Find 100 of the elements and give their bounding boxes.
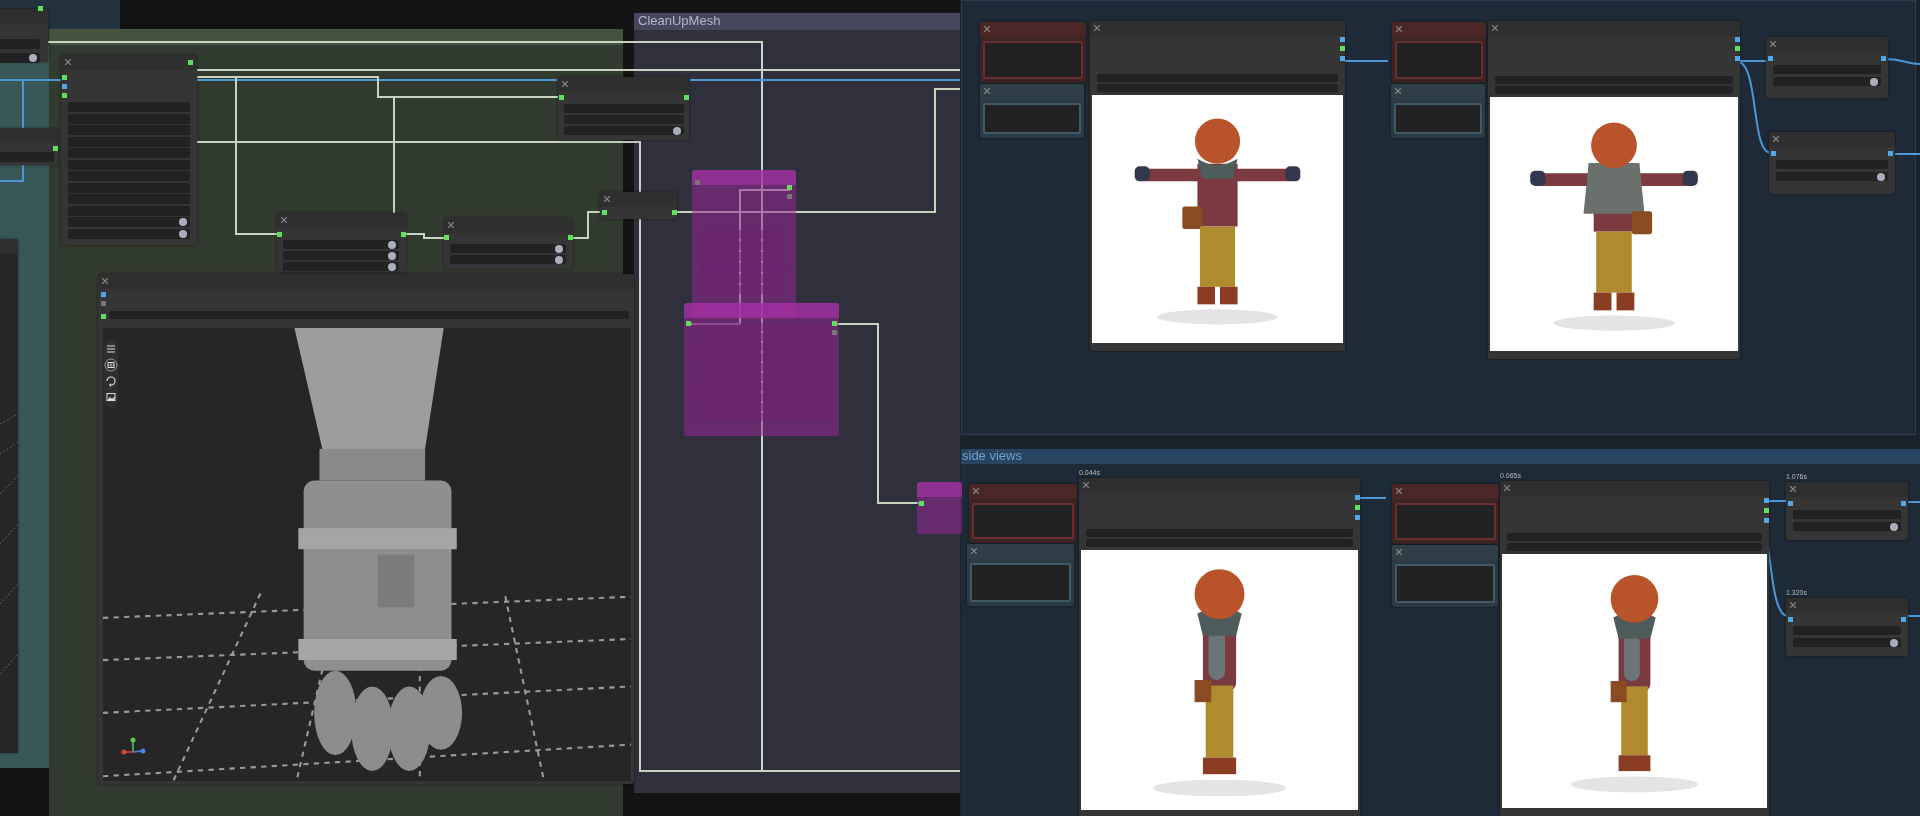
node-header[interactable] bbox=[967, 544, 1074, 559]
widget-field[interactable] bbox=[983, 41, 1083, 79]
node-panel[interactable] bbox=[1786, 598, 1908, 656]
node-header[interactable] bbox=[1786, 598, 1908, 613]
widget-field[interactable] bbox=[1793, 522, 1901, 531]
port-icon[interactable] bbox=[672, 210, 677, 215]
port-icon[interactable] bbox=[1881, 56, 1886, 61]
widget-field[interactable] bbox=[68, 228, 190, 239]
node-header[interactable] bbox=[600, 192, 677, 207]
node-header[interactable] bbox=[1392, 545, 1498, 560]
close-icon[interactable] bbox=[1094, 25, 1100, 31]
widget-field[interactable] bbox=[692, 383, 831, 391]
close-icon[interactable] bbox=[971, 548, 977, 554]
close-icon[interactable] bbox=[1396, 488, 1402, 494]
port-icon[interactable] bbox=[1901, 617, 1906, 622]
node-header[interactable] bbox=[0, 128, 58, 143]
port-icon[interactable] bbox=[101, 314, 106, 319]
widget-field[interactable] bbox=[700, 263, 786, 272]
close-icon[interactable] bbox=[448, 222, 454, 228]
node-panel[interactable] bbox=[1392, 545, 1498, 607]
widget-field[interactable] bbox=[1394, 103, 1482, 134]
widget-field[interactable] bbox=[0, 152, 54, 162]
port-icon[interactable] bbox=[1788, 617, 1793, 622]
node-panel[interactable] bbox=[980, 84, 1084, 138]
node-header[interactable] bbox=[0, 9, 48, 24]
node-header[interactable] bbox=[1392, 484, 1499, 499]
node-header[interactable] bbox=[1090, 21, 1345, 36]
close-icon[interactable] bbox=[1083, 482, 1089, 488]
node-panel[interactable] bbox=[0, 9, 48, 62]
node-header[interactable] bbox=[277, 213, 406, 228]
node-panel[interactable] bbox=[917, 482, 962, 534]
widget-field[interactable] bbox=[450, 255, 566, 264]
close-icon[interactable] bbox=[1492, 25, 1498, 31]
port-icon[interactable] bbox=[1788, 501, 1793, 506]
widget-field[interactable] bbox=[700, 274, 786, 283]
widget-field[interactable] bbox=[68, 217, 190, 227]
port-icon[interactable] bbox=[1901, 501, 1906, 506]
node-panel[interactable] bbox=[1786, 482, 1908, 540]
widget-field[interactable] bbox=[692, 323, 831, 331]
widget-field[interactable] bbox=[692, 393, 831, 401]
node-header[interactable] bbox=[0, 239, 18, 254]
widget-field[interactable] bbox=[692, 413, 831, 421]
port-icon[interactable] bbox=[444, 235, 449, 240]
widget-field[interactable] bbox=[0, 53, 40, 63]
port-icon[interactable] bbox=[188, 60, 193, 65]
node-header[interactable] bbox=[1766, 37, 1888, 52]
close-icon[interactable] bbox=[1396, 549, 1402, 555]
node-header[interactable] bbox=[684, 303, 839, 318]
widget-field[interactable] bbox=[283, 262, 399, 271]
close-icon[interactable] bbox=[102, 278, 108, 284]
node-panel[interactable] bbox=[1769, 132, 1895, 194]
widget-field[interactable] bbox=[700, 252, 786, 261]
node-panel[interactable] bbox=[1079, 478, 1360, 816]
close-icon[interactable] bbox=[984, 26, 990, 32]
node-panel[interactable] bbox=[967, 544, 1074, 606]
node-panel[interactable] bbox=[1392, 484, 1499, 544]
close-icon[interactable] bbox=[1790, 486, 1796, 492]
close-icon[interactable] bbox=[281, 217, 287, 223]
node-header[interactable] bbox=[1769, 132, 1895, 147]
node-header[interactable] bbox=[980, 22, 1086, 37]
node-panel[interactable] bbox=[600, 192, 677, 219]
node-header[interactable] bbox=[1391, 84, 1485, 99]
node-panel[interactable] bbox=[1391, 84, 1485, 138]
node-panel[interactable] bbox=[0, 128, 58, 165]
widget-field[interactable] bbox=[1773, 77, 1881, 86]
node-panel[interactable] bbox=[277, 213, 406, 272]
node-header[interactable] bbox=[969, 484, 1077, 499]
node-header[interactable] bbox=[1079, 478, 1360, 493]
node-header[interactable] bbox=[444, 218, 573, 233]
widget-field[interactable] bbox=[692, 353, 831, 361]
widget-field[interactable] bbox=[450, 244, 566, 253]
node-header[interactable] bbox=[98, 274, 634, 289]
widget-field[interactable] bbox=[700, 285, 786, 294]
widget-field[interactable] bbox=[692, 333, 831, 341]
node-panel[interactable] bbox=[1488, 21, 1740, 359]
widget-field[interactable] bbox=[692, 373, 831, 381]
node-panel[interactable] bbox=[1090, 21, 1345, 351]
toggle-icon[interactable] bbox=[1890, 522, 1898, 531]
node-panel[interactable] bbox=[969, 484, 1077, 543]
port-icon[interactable] bbox=[684, 95, 689, 100]
toggle-icon[interactable] bbox=[29, 54, 37, 62]
port-icon[interactable] bbox=[602, 210, 607, 215]
toggle-icon[interactable] bbox=[1890, 638, 1898, 647]
toggle-icon[interactable] bbox=[1877, 172, 1885, 181]
port-icon[interactable] bbox=[53, 146, 58, 151]
widget-field[interactable] bbox=[1776, 172, 1888, 181]
widget-field[interactable] bbox=[692, 343, 831, 351]
port-icon[interactable] bbox=[277, 232, 282, 237]
close-icon[interactable] bbox=[1396, 26, 1402, 32]
node-panel[interactable] bbox=[1392, 22, 1486, 83]
node-panel[interactable] bbox=[1766, 37, 1888, 98]
widget-field[interactable] bbox=[970, 563, 1071, 602]
port-icon[interactable] bbox=[686, 321, 691, 326]
port-icon[interactable] bbox=[559, 95, 564, 100]
widget-field[interactable] bbox=[700, 241, 786, 250]
widget-field[interactable] bbox=[692, 363, 831, 371]
widget-field[interactable] bbox=[692, 403, 831, 411]
node-header[interactable] bbox=[558, 77, 689, 92]
node-panel[interactable] bbox=[61, 55, 197, 245]
port-icon[interactable] bbox=[1768, 56, 1773, 61]
